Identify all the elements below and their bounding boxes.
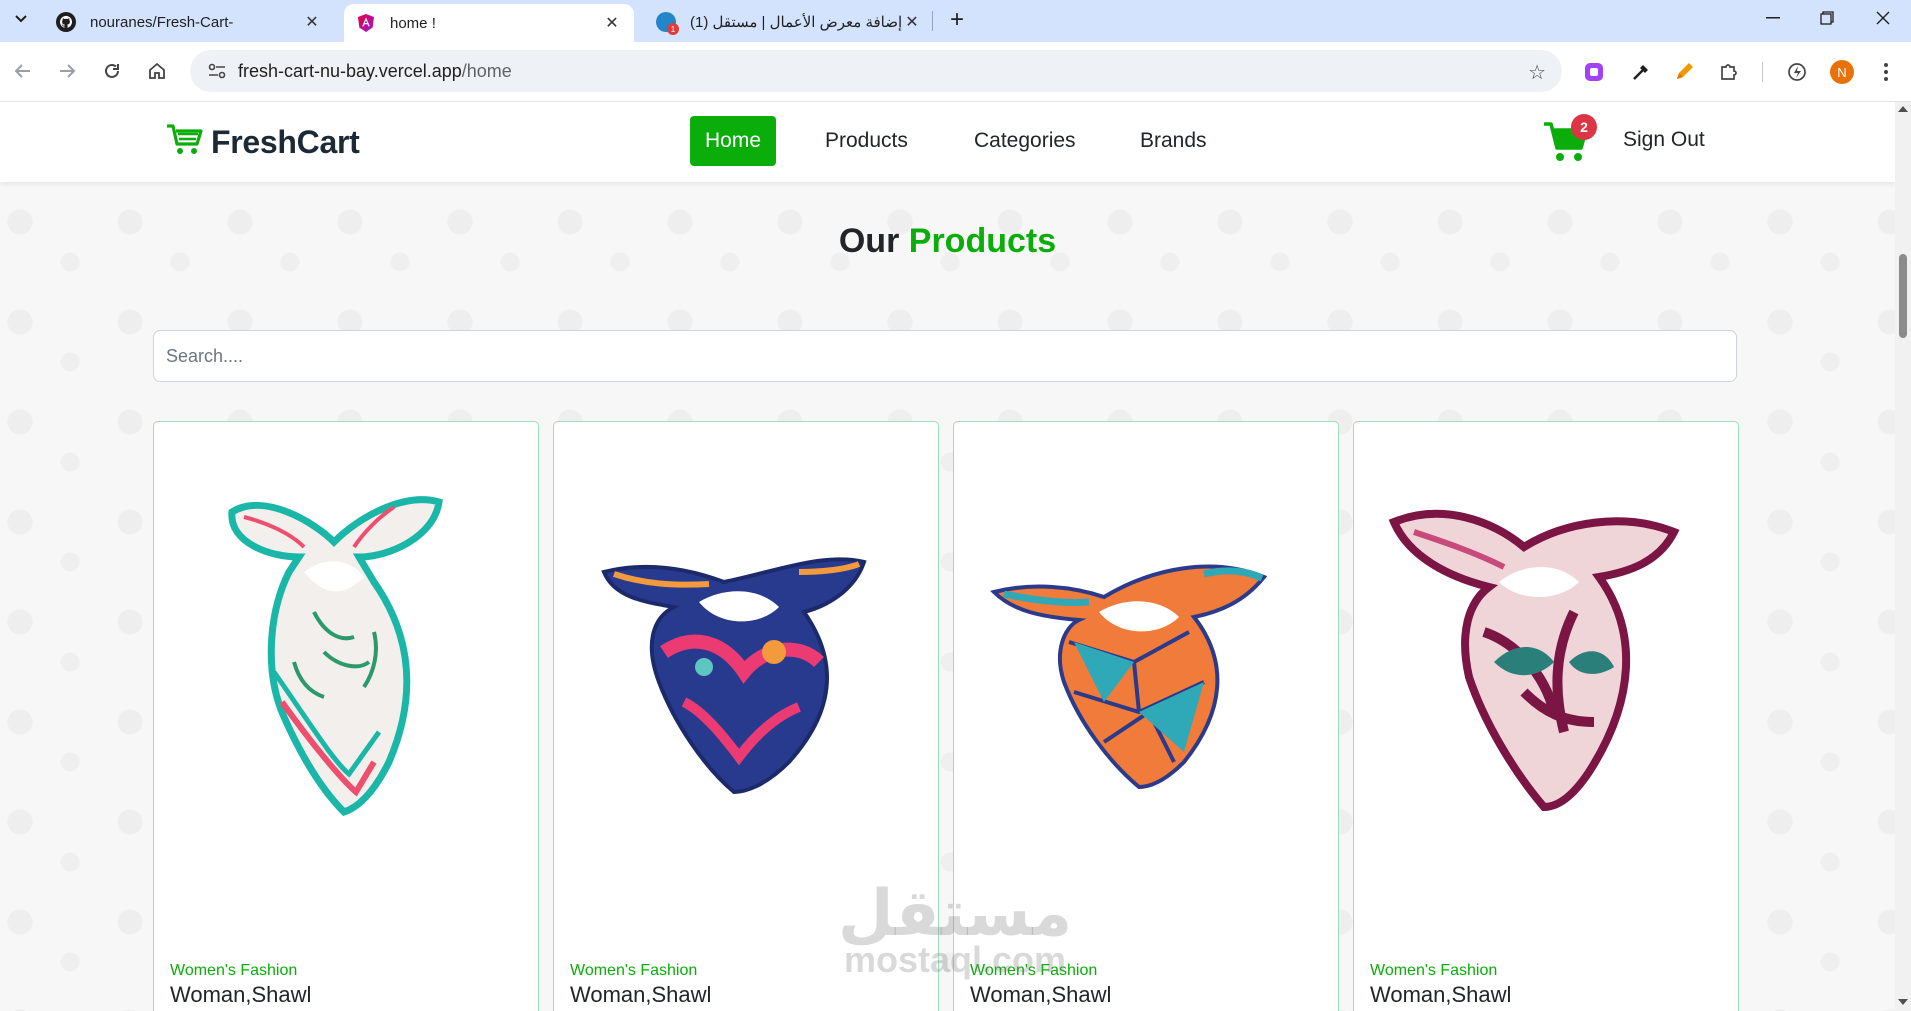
brand-name: FreshCart [211, 124, 360, 160]
new-tab-plus-icon[interactable]: + [943, 6, 971, 34]
site-navbar: FreshCart Home Products Categories Brand… [0, 102, 1895, 182]
product-image-navy-pink-scarf [601, 557, 867, 795]
browser-toolbar: fresh-cart-nu-bay.vercel.app/home ☆ N [0, 42, 1911, 102]
close-tab-icon[interactable]: ✕ [902, 12, 922, 32]
product-category: Women's Fashion [1370, 962, 1498, 979]
profile-avatar[interactable]: N [1828, 58, 1856, 86]
forward-arrow-icon[interactable] [50, 54, 84, 88]
profile-initial: N [1830, 60, 1854, 84]
product-image-geometric-orange-scarf [990, 564, 1268, 790]
nav-link-home[interactable]: Home [690, 116, 777, 166]
tab-search-chevron-icon[interactable] [8, 6, 34, 32]
extension-purple-icon[interactable] [1580, 58, 1608, 86]
product-category: Women's Fashion [570, 962, 698, 979]
title-accent: Products [908, 222, 1057, 260]
cart-button[interactable]: 2 [1543, 114, 1597, 164]
page-scrollbar[interactable] [1895, 102, 1911, 1011]
product-name: Woman,Shawl [970, 982, 1112, 1007]
url-path: /home [461, 60, 512, 81]
cart-icon [1543, 122, 1589, 168]
performance-icon[interactable] [1783, 58, 1811, 86]
extensions-puzzle-icon[interactable] [1715, 58, 1743, 86]
title-prefix: Our [838, 222, 900, 260]
angular-icon [356, 13, 376, 33]
brand-logo[interactable]: FreshCart [165, 122, 360, 163]
restore-window-icon[interactable] [1800, 0, 1854, 36]
product-image-burgundy-leaf-scarf [1388, 509, 1680, 812]
bookmark-star-icon[interactable]: ☆ [1528, 60, 1546, 85]
product-card[interactable]: Women's Fashion Woman,Shawl [153, 421, 539, 1011]
home-icon[interactable] [140, 54, 174, 88]
pencil-icon[interactable] [1670, 58, 1698, 86]
product-card[interactable]: Women's Fashion Woman,Shawl [1353, 421, 1739, 1011]
sign-out-link[interactable]: Sign Out [1623, 128, 1705, 152]
browser-tab-mostaql[interactable]: 1 (1) إضافة معرض الأعمال | مستقل ✕ [644, 4, 934, 40]
page-title: Our Products [0, 222, 1895, 261]
close-window-icon[interactable] [1856, 0, 1910, 36]
watermark-arabic: مستقل [838, 877, 1073, 951]
close-tab-icon[interactable]: ✕ [302, 12, 322, 32]
site-settings-icon[interactable] [196, 62, 238, 80]
search-input[interactable] [153, 330, 1737, 382]
tab-title: (1) إضافة معرض الأعمال | مستقل [690, 14, 902, 31]
tab-separator [932, 11, 933, 31]
browser-tab-bar: nouranes/Fresh-Cart- ✕ home ! ✕ 1 (1) إض… [0, 0, 1911, 42]
scroll-down-arrow-icon[interactable] [1898, 999, 1908, 1005]
watermark-latin: mostaql.com [844, 939, 1067, 980]
product-category: Women's Fashion [170, 962, 298, 979]
page-viewport: FreshCart Home Products Categories Brand… [0, 102, 1895, 1011]
browser-tab-home[interactable]: home ! ✕ [344, 4, 634, 42]
nav-link-brands[interactable]: Brands [1125, 116, 1222, 166]
scroll-up-arrow-icon[interactable] [1898, 106, 1908, 112]
url-host: fresh-cart-nu-bay.vercel.app [238, 60, 462, 81]
product-name: Woman,Shawl [170, 982, 312, 1007]
mostaql-icon: 1 [656, 12, 679, 35]
product-name: Woman,Shawl [570, 982, 712, 1007]
eyedropper-icon[interactable] [1627, 58, 1655, 86]
tab-title: home ! [390, 14, 436, 32]
close-tab-icon[interactable]: ✕ [602, 13, 622, 33]
nav-link-products[interactable]: Products [810, 116, 923, 166]
reload-icon[interactable] [95, 54, 129, 88]
scrollbar-thumb[interactable] [1899, 254, 1907, 338]
menu-kebab-icon[interactable] [1872, 58, 1900, 86]
tab-title: nouranes/Fresh-Cart- [90, 13, 234, 31]
github-icon [56, 12, 76, 32]
browser-tab-github[interactable]: nouranes/Fresh-Cart- ✕ [44, 4, 334, 40]
minimize-window-icon[interactable] [1746, 0, 1800, 36]
mostaql-watermark: مستقل mostaql.com [838, 882, 1072, 978]
product-image-teal-floral-scarf [228, 496, 443, 817]
toolbar-separator [1762, 62, 1763, 82]
cart-count-badge: 2 [1571, 114, 1597, 140]
back-arrow-icon[interactable] [6, 54, 40, 88]
product-name: Woman,Shawl [1370, 982, 1512, 1007]
url-text: fresh-cart-nu-bay.vercel.app/home [238, 61, 512, 82]
nav-link-categories[interactable]: Categories [959, 116, 1091, 166]
shopping-cart-logo-icon [165, 122, 205, 163]
address-bar[interactable]: fresh-cart-nu-bay.vercel.app/home ☆ [190, 50, 1562, 92]
